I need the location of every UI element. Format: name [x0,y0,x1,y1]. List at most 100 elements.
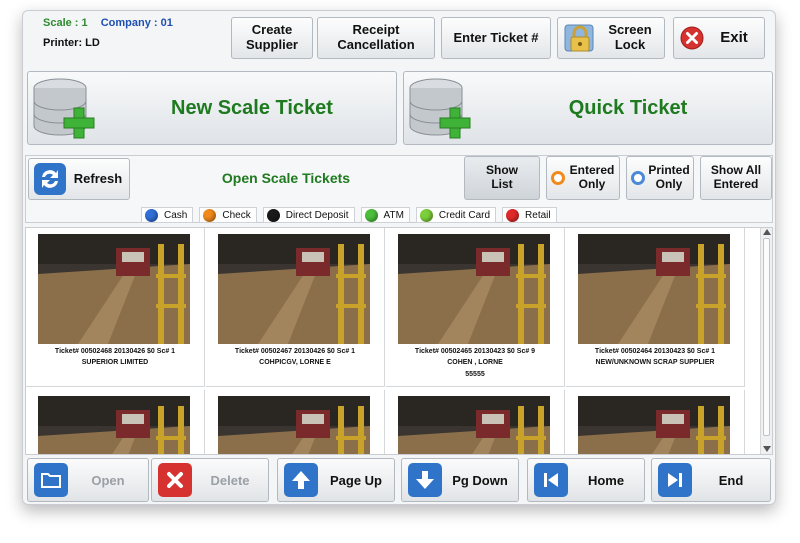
page-up-label: Page Up [329,472,382,488]
ticket-tile[interactable] [566,390,745,454]
delete-label: Delete [210,472,250,488]
folder-icon [34,463,68,497]
direct-deposit-dot-icon [266,208,280,222]
end-button[interactable]: End [651,458,771,502]
screen-lock-label: Screen Lock [608,22,652,52]
retail-dot-icon [506,208,520,222]
home-button[interactable]: Home [527,458,645,502]
ticket-photo [398,234,550,344]
ticket-photo [218,234,370,344]
legend-item-cash: Cash [141,207,194,223]
ticket-photo [38,396,190,454]
new-scale-ticket-button[interactable]: New Scale Ticket [27,71,397,145]
check-dot-icon [203,208,217,222]
show-all-entered-button[interactable]: Show All Entered [700,156,772,200]
ticket-tile[interactable] [206,390,385,454]
legend-label: Check [222,209,251,221]
screen-lock-button[interactable]: Screen Lock [557,17,665,59]
scroll-up-arrow-icon[interactable] [763,229,771,235]
skip-last-icon [658,463,692,497]
end-label: End [718,472,744,488]
entered-circle-icon [551,171,565,185]
close-icon [680,26,704,50]
arrow-down-icon [408,463,442,497]
cash-dot-icon [145,208,158,222]
lock-icon [562,21,596,55]
ticket-grid: Ticket# 00502468 20130426 $0 Sc# 1 SUPER… [25,227,773,455]
legend-label: Retail [525,209,551,221]
ticket-supplier: COHEN , LORNE [447,359,503,366]
vertical-scrollbar[interactable] [760,228,772,454]
scale-info: Scale : 1 Company : 01 Printer: LD [43,17,173,49]
ticket-tile[interactable] [26,390,205,454]
app-window: Scale : 1 Company : 01 Printer: LD Creat… [22,10,776,505]
ticket-supplier: SUPERIOR LIMITED [81,359,149,366]
pg-down-label: Pg Down [452,472,508,488]
printer-label: Printer: LD [43,37,100,49]
ticket-photo [398,396,550,454]
database-add-icon [30,74,108,151]
ticket-tile[interactable]: Ticket# 00502468 20130426 $0 Sc# 1 SUPER… [26,228,205,387]
refresh-button[interactable]: Refresh [28,158,130,200]
legend-item-atm: ATM [360,207,410,223]
ticket-supplier: COHPICGV, LORNE E [259,359,331,366]
scale-label: Scale : 1 [43,17,88,29]
ticket-meta: Ticket# 00502468 20130426 $0 Sc# 1 [54,348,176,355]
create-supplier-button[interactable]: Create Supplier [231,17,313,59]
legend-label: Credit Card [438,209,491,221]
open-button[interactable]: Open [27,458,149,502]
arrow-up-icon [284,463,318,497]
scroll-thumb[interactable] [763,238,770,436]
legend-label: ATM [383,209,404,221]
entered-only-label: Entered Only [569,163,615,191]
ticket-photo [578,396,730,454]
ticket-tile[interactable] [386,390,565,454]
page-up-button[interactable]: Page Up [277,458,395,502]
ticket-tile[interactable]: Ticket# 00502464 20130423 $0 Sc# 1 NEW/U… [566,228,745,387]
top-bar: Scale : 1 Company : 01 Printer: LD Creat… [23,11,775,65]
ticket-photo [578,234,730,344]
refresh-icon [33,162,67,196]
exit-button[interactable]: Exit [673,17,765,59]
scroll-down-arrow-icon[interactable] [763,446,771,452]
ticket-photo [218,396,370,454]
new-scale-ticket-label: New Scale Ticket [171,96,333,119]
delete-x-icon [158,463,192,497]
ticket-tile[interactable]: Ticket# 00502467 20130426 $0 Sc# 1 COHPI… [206,228,385,387]
ticket-meta: Ticket# 00502467 20130426 $0 Sc# 1 [234,348,356,355]
show-list-button[interactable]: Show List [464,156,540,200]
quick-ticket-button[interactable]: Quick Ticket [403,71,773,145]
ticket-extra: 55555 [465,371,485,378]
printed-only-button[interactable]: Printed Only [626,156,694,200]
ticket-supplier: NEW/UNKNOWN SCRAP SUPPLIER [595,359,715,366]
printed-circle-icon [631,171,645,185]
refresh-label: Refresh [73,170,123,186]
page-down-button[interactable]: Pg Down [401,458,519,502]
receipt-cancellation-button[interactable]: Receipt Cancellation [317,17,435,59]
ticket-photo [38,234,190,344]
ticket-meta: Ticket# 00502464 20130423 $0 Sc# 1 [594,348,716,355]
credit-card-dot-icon [419,208,433,222]
legend-item-credit-card: Credit Card [415,207,497,223]
legend-label: Direct Deposit [285,209,349,221]
atm-dot-icon [364,208,378,222]
home-label: Home [587,472,625,488]
section-title: Open Scale Tickets [221,170,351,186]
ticket-tile[interactable]: Ticket# 00502465 20130423 $0 Sc# 9 COHEN… [386,228,565,387]
quick-ticket-label: Quick Ticket [568,96,688,119]
legend-item-check: Check [199,207,257,223]
company-label: Company : 01 [100,17,173,29]
payment-legend: Cash Check Direct Deposit ATM Credit Car… [141,207,563,223]
enter-ticket-button[interactable]: Enter Ticket # [441,17,551,59]
printed-only-label: Printed Only [648,163,690,191]
legend-item-retail: Retail [502,207,557,223]
ticket-meta: Ticket# 00502465 20130423 $0 Sc# 9 [414,348,536,355]
open-label: Open [91,472,125,488]
legend-item-direct-deposit: Direct Deposit [262,207,355,223]
exit-label: Exit [720,29,748,47]
database-add-icon [406,74,484,151]
legend-label: Cash [164,209,188,221]
skip-first-icon [534,463,568,497]
delete-button[interactable]: Delete [151,458,269,502]
entered-only-button[interactable]: Entered Only [546,156,620,200]
